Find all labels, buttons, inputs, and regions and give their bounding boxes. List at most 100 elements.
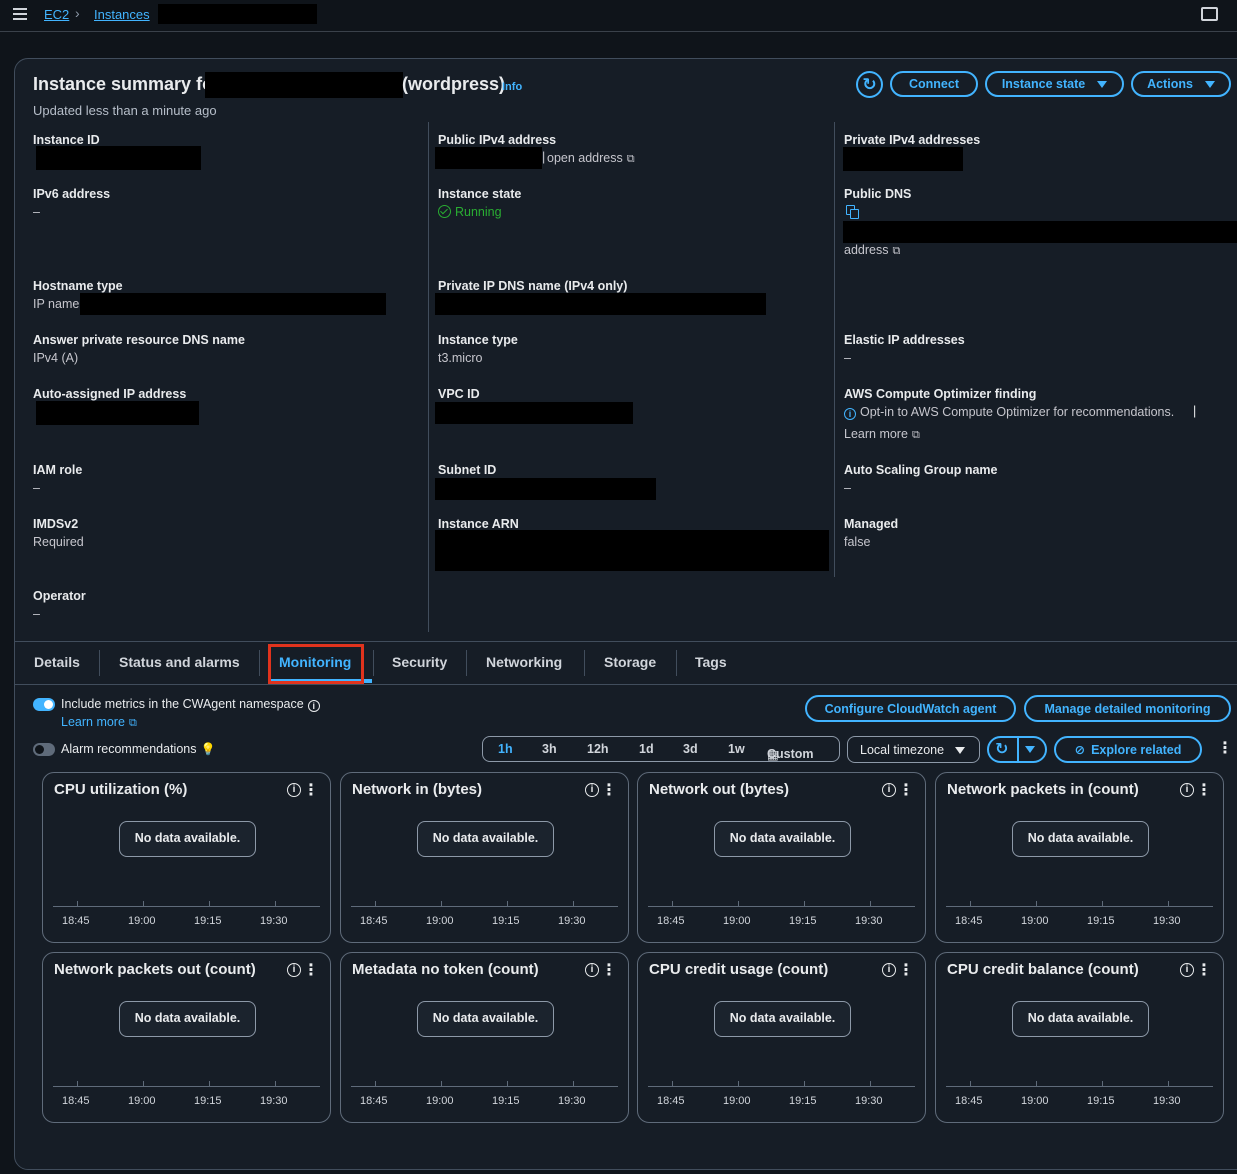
monitoring-learn-more-link[interactable]: Learn more ⧉ — [61, 715, 137, 730]
alarm-recommendations-label: Alarm recommendations 💡 — [61, 742, 215, 756]
redacted-vpc-id — [435, 402, 633, 424]
tab-separator — [99, 650, 100, 676]
alarm-recommendations-toggle[interactable] — [33, 743, 55, 756]
time-range-selector: 1h 3h 12h 1d 3d 1w Custom ▦ — [482, 736, 840, 762]
more-options-icon[interactable]: ⋮ — [601, 780, 617, 800]
manage-detailed-monitoring-button[interactable]: Manage detailed monitoring — [1024, 695, 1231, 722]
learn-more-link[interactable]: Learn more ⧉ — [844, 427, 920, 442]
more-options-icon[interactable]: ⋮ — [898, 960, 914, 980]
refresh-split-button[interactable]: ↻ — [987, 736, 1047, 763]
instance-state-value: Running — [455, 205, 502, 219]
info-icon[interactable]: i — [287, 783, 301, 797]
public-dns-label: Public DNS — [844, 187, 912, 201]
refresh-icon[interactable]: ↻ — [995, 739, 1008, 759]
no-data-message: No data available. — [714, 1001, 851, 1037]
info-icon[interactable]: i — [585, 963, 599, 977]
more-options-icon[interactable]: ⋮ — [303, 780, 319, 800]
x-axis-tick — [143, 1081, 144, 1087]
x-axis-tick-label: 18:45 — [360, 915, 388, 927]
widget-title: CPU utilization (%) — [54, 781, 188, 798]
tab-networking[interactable]: Networking — [486, 654, 562, 670]
tab-tags[interactable]: Tags — [695, 654, 727, 670]
x-axis-tick-label: 19:30 — [260, 915, 288, 927]
connect-label: Connect — [909, 77, 959, 91]
x-axis-tick-label: 19:15 — [1087, 915, 1115, 927]
info-link[interactable]: Info — [502, 81, 522, 93]
widget-title: Network packets in (count) — [947, 781, 1139, 798]
instance-state-button[interactable]: Instance state — [985, 71, 1124, 97]
range-12h[interactable]: 12h — [587, 742, 609, 756]
metric-widget: Network packets out (count) i ⋮ No data ava… — [42, 952, 331, 1123]
actions-button[interactable]: Actions — [1131, 71, 1231, 97]
open-address-link[interactable]: open address ⧉ — [547, 151, 635, 166]
x-axis-tick-label: 19:15 — [492, 915, 520, 927]
timezone-select[interactable]: Local timezone — [847, 736, 980, 763]
cwagent-metrics-toggle[interactable] — [33, 698, 55, 711]
info-icon[interactable]: i — [1180, 963, 1194, 977]
x-axis-tick-label: 19:15 — [194, 915, 222, 927]
redacted-public-dns — [843, 221, 1237, 243]
x-axis-tick-label: 19:00 — [128, 1095, 156, 1107]
configure-cloudwatch-agent-button[interactable]: Configure CloudWatch agent — [805, 695, 1016, 722]
x-axis-tick — [77, 901, 78, 907]
no-data-message: No data available. — [714, 821, 851, 857]
x-axis-tick-label: 18:45 — [955, 915, 983, 927]
public-dns-address-link[interactable]: address ⧉ — [844, 243, 900, 258]
breadcrumb-ec2[interactable]: EC2 — [44, 7, 69, 22]
divider — [15, 641, 1237, 642]
tab-details[interactable]: Details — [34, 654, 80, 670]
x-axis-tick — [738, 1081, 739, 1087]
optimizer-link[interactable]: i Opt-in to AWS Compute Optimizer for rec… — [844, 405, 1174, 420]
x-axis-tick — [209, 901, 210, 907]
info-icon[interactable]: i — [307, 700, 320, 712]
more-options-icon[interactable]: ⋮ — [1196, 960, 1212, 980]
copy-icon[interactable] — [846, 205, 860, 219]
x-axis-tick-label: 19:30 — [558, 1095, 586, 1107]
explore-related-button[interactable]: ⊘ Explore related — [1054, 736, 1202, 763]
more-options-icon[interactable]: ⋮ — [1196, 780, 1212, 800]
breadcrumb-instances[interactable]: Instances — [94, 7, 150, 22]
separator: | — [1193, 404, 1197, 418]
managed-value: false — [844, 535, 871, 549]
caret-down-icon[interactable] — [1025, 746, 1035, 753]
more-options-icon[interactable]: ⋮ — [601, 960, 617, 980]
info-icon[interactable]: i — [882, 963, 896, 977]
info-icon[interactable]: i — [882, 783, 896, 797]
more-options-icon[interactable]: ⋮ — [898, 780, 914, 800]
manage-monitoring-label: Manage detailed monitoring — [1044, 701, 1211, 716]
range-3h[interactable]: 3h — [542, 742, 557, 756]
range-1d[interactable]: 1d — [639, 742, 654, 756]
x-axis-tick — [804, 1081, 805, 1087]
more-options-icon[interactable]: ⋮ — [1217, 741, 1233, 757]
metric-widget: CPU credit balance (count) i ⋮ No data avai… — [935, 952, 1224, 1123]
info-icon[interactable]: i — [585, 783, 599, 797]
range-1h[interactable]: 1h — [498, 742, 513, 756]
redacted-instance-id — [158, 4, 317, 24]
x-axis-tick — [77, 1081, 78, 1087]
more-options-icon[interactable]: ⋮ — [303, 960, 319, 980]
tab-security[interactable]: Security — [392, 654, 447, 670]
x-axis — [53, 906, 320, 907]
screen-feedback-icon[interactable] — [1201, 7, 1218, 21]
highlight-annotation — [268, 644, 364, 684]
info-icon[interactable]: i — [287, 963, 301, 977]
tab-storage[interactable]: Storage — [604, 654, 656, 670]
redacted-instance-arn — [435, 530, 829, 571]
range-1w[interactable]: 1w — [728, 742, 745, 756]
instance-type-label: Instance type — [438, 333, 518, 347]
tab-separator — [584, 650, 585, 676]
refresh-button[interactable]: ↻ — [856, 71, 883, 98]
redacted-hostname — [80, 293, 386, 315]
tab-status-and-alarms[interactable]: Status and alarms — [119, 654, 240, 670]
info-icon[interactable]: i — [1180, 783, 1194, 797]
chevron-right-icon: › — [75, 5, 80, 21]
alarm-recommendations-text: Alarm recommendations — [61, 742, 197, 756]
subnet-id-label: Subnet ID — [438, 463, 497, 477]
connect-button[interactable]: Connect — [890, 71, 978, 97]
instance-type-link[interactable]: t3.micro — [438, 351, 482, 365]
elastic-ip-label: Elastic IP addresses — [844, 333, 965, 347]
hostname-type-value: IP name — [33, 297, 80, 311]
range-3d[interactable]: 3d — [683, 742, 698, 756]
menu-icon[interactable] — [13, 8, 27, 20]
summary-title-prefix: Instance summary fo — [33, 74, 214, 94]
